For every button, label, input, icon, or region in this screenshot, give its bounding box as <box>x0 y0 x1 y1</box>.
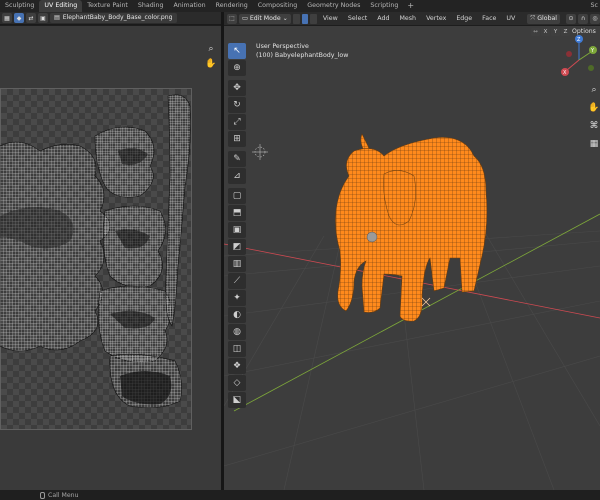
menu-view[interactable]: View <box>319 12 342 25</box>
object-origin-marker <box>421 297 431 307</box>
cursor-tool-icon[interactable]: ⊕ <box>228 60 246 76</box>
menu-select[interactable]: Select <box>344 12 371 25</box>
knife-tool-icon[interactable]: ⟋ <box>228 273 246 289</box>
svg-text:X: X <box>563 70 567 76</box>
annotate-tool-icon[interactable]: ✎ <box>228 151 246 167</box>
status-bar: Call Menu <box>0 490 600 500</box>
tab-uv-editing[interactable]: UV Editing <box>39 0 83 12</box>
editor-type-icon[interactable]: ▦ <box>2 13 12 23</box>
menu-face[interactable]: Face <box>478 12 500 25</box>
rip-region-tool-icon[interactable]: ⬕ <box>228 392 246 408</box>
transform-orientation-selector[interactable]: ⤧ Global <box>527 13 561 24</box>
uv-island-strip <box>165 94 191 327</box>
viewport-header: ⬚ ▭ Edit Mode ⌄ View Select Add Mesh Ver… <box>224 12 600 25</box>
edge-select-icon[interactable] <box>301 13 309 24</box>
uv-editor-canvas[interactable]: ⌕ ✋ <box>0 26 221 490</box>
viewport-nav-buttons: ⌕ ✋ ⌘ ▦ <box>588 84 600 150</box>
rotate-tool-icon[interactable]: ↻ <box>228 97 246 113</box>
snap-icon[interactable]: ∩ <box>578 13 589 24</box>
perspective-label: User Perspective <box>256 43 309 50</box>
status-hint: Call Menu <box>48 491 79 499</box>
edge-slide-tool-icon[interactable]: ◫ <box>228 341 246 357</box>
tab-sculpting[interactable]: Sculpting <box>0 0 39 12</box>
elephant-mesh <box>335 133 488 322</box>
workspace-tab-bar: Sculpting UV Editing Texture Paint Shadi… <box>0 0 600 12</box>
image-icon: ▤ <box>54 14 60 21</box>
tool-shelf: ↖ ⊕ ✥ ↻ ⤢ ⊞ ✎ ⊿ ▢ ⬒ ▣ ◩ ▥ ⟋ ✦ ◐ ◍ ◫ ❖ ◇ … <box>228 43 246 408</box>
menu-mesh[interactable]: Mesh <box>395 12 420 25</box>
uv-islands <box>0 94 191 408</box>
tab-texture-paint[interactable]: Texture Paint <box>82 0 133 12</box>
tab-rendering[interactable]: Rendering <box>211 0 253 12</box>
menu-add[interactable]: Add <box>373 12 393 25</box>
uv-editor-header: ▦ ◆ ⇄ ▣ ▤ ElephantBaby_Body_Base_color.p… <box>0 12 221 25</box>
extrude-tool-icon[interactable]: ⬒ <box>228 205 246 221</box>
mode-selector[interactable]: ▭ Edit Mode ⌄ <box>239 13 291 24</box>
tab-geometry-nodes[interactable]: Geometry Nodes <box>302 0 365 12</box>
smooth-tool-icon[interactable]: ◍ <box>228 324 246 340</box>
measure-tool-icon[interactable]: ⊿ <box>228 168 246 184</box>
gizmo-neg-x-icon <box>566 51 572 57</box>
add-cube-tool-icon[interactable]: ▢ <box>228 188 246 204</box>
shear-tool-icon[interactable]: ◇ <box>228 375 246 391</box>
bevel-tool-icon[interactable]: ◩ <box>228 239 246 255</box>
svg-text:Z: Z <box>577 37 581 43</box>
transform-tool-icon[interactable]: ⊞ <box>228 131 246 147</box>
select-box-tool-icon[interactable]: ↖ <box>228 43 246 59</box>
inset-tool-icon[interactable]: ▣ <box>228 222 246 238</box>
camera-icon[interactable]: ⌘ <box>588 120 600 132</box>
active-object-label: (100) BabyelephantBody_low <box>256 52 349 59</box>
3d-viewport[interactable]: User Perspective (100) BabyelephantBody_… <box>224 26 600 490</box>
tab-shading[interactable]: Shading <box>133 0 169 12</box>
menu-uv[interactable]: UV <box>502 12 519 25</box>
3d-cursor <box>252 144 268 160</box>
uv-select-mode-icon[interactable]: ◆ <box>14 13 24 23</box>
orientation-icon: ⤧ <box>530 14 536 22</box>
editor-type-icon[interactable]: ⬚ <box>227 13 237 24</box>
zoom-icon[interactable]: ⌕ <box>205 43 217 55</box>
axis-x-button[interactable]: X <box>541 28 550 36</box>
uv-sync-icon[interactable]: ⇄ <box>26 13 36 23</box>
menu-edge[interactable]: Edge <box>452 12 476 25</box>
image-name-label: ElephantBaby_Body_Base_color.png <box>62 14 173 21</box>
navigation-gizmo[interactable]: Z Y X <box>559 30 599 80</box>
gizmo-neg-y-icon <box>588 65 594 71</box>
move-tool-icon[interactable]: ✥ <box>228 80 246 96</box>
zoom-icon[interactable]: ⌕ <box>588 84 600 96</box>
image-selector[interactable]: ▤ ElephantBaby_Body_Base_color.png <box>50 13 177 23</box>
edit-mode-icon: ▭ <box>242 14 248 22</box>
tab-compositing[interactable]: Compositing <box>253 0 302 12</box>
tab-animation[interactable]: Animation <box>169 0 211 12</box>
grid-view-icon[interactable]: ▦ <box>588 138 600 150</box>
scale-tool-icon[interactable]: ⤢ <box>228 114 246 130</box>
menu-vertex[interactable]: Vertex <box>422 12 450 25</box>
chevron-down-icon: ⌄ <box>282 14 288 22</box>
eye-sphere <box>366 231 378 243</box>
pan-hand-icon[interactable]: ✋ <box>205 58 217 70</box>
proportional-edit-icon[interactable]: ◎ <box>590 13 600 24</box>
mirror-toggle-icon[interactable]: ⇿ <box>531 28 540 36</box>
shrink-fatten-tool-icon[interactable]: ❖ <box>228 358 246 374</box>
mouse-icon <box>40 491 45 499</box>
face-select-icon[interactable] <box>310 13 317 24</box>
poly-build-tool-icon[interactable]: ✦ <box>228 290 246 306</box>
viewport-scene <box>224 133 600 490</box>
scene-selector[interactable]: Sc <box>591 0 598 12</box>
tab-scripting[interactable]: Scripting <box>365 0 403 12</box>
uv-face-mode-icon[interactable]: ▣ <box>38 13 48 23</box>
spin-tool-icon[interactable]: ◐ <box>228 307 246 323</box>
pan-hand-icon[interactable]: ✋ <box>588 102 600 114</box>
pivot-icon[interactable]: ⊙ <box>566 13 577 24</box>
add-workspace-icon[interactable]: + <box>403 0 418 12</box>
vertex-select-icon[interactable] <box>292 13 300 24</box>
loop-cut-tool-icon[interactable]: ▥ <box>228 256 246 272</box>
